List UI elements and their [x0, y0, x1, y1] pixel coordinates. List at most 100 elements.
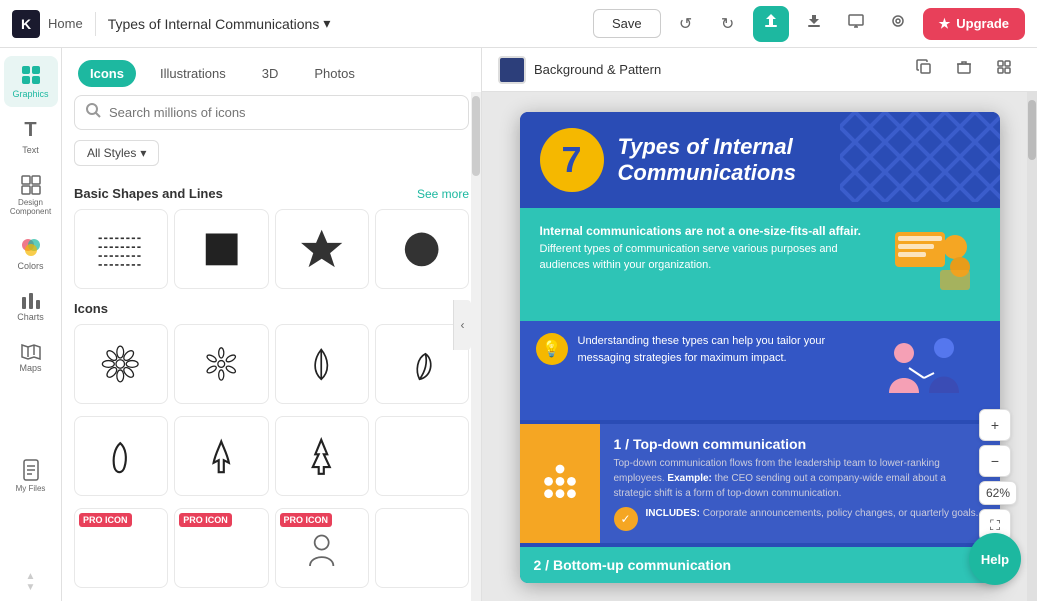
- canvas-scroll-area[interactable]: 7 Types of InternalCommunications: [482, 92, 1037, 601]
- sidebar-item-colors[interactable]: Colors: [4, 228, 58, 279]
- icon-pro-2[interactable]: PRO ICON: [174, 508, 268, 588]
- oval-icon: [93, 433, 148, 480]
- scroll-arrows: ▲▼: [26, 571, 36, 593]
- basic-shapes-grid: [74, 209, 469, 289]
- basic-shapes-header: Basic Shapes and Lines See more: [74, 186, 469, 201]
- save-button[interactable]: Save: [593, 9, 661, 38]
- sidebar-item-graphics[interactable]: Graphics: [4, 56, 58, 107]
- sidebar-item-label: Text: [22, 145, 39, 155]
- icon-pro-3[interactable]: PRO ICON: [275, 508, 369, 588]
- canvas-area: Background & Pattern: [482, 48, 1037, 601]
- bg-pattern-label: Background & Pattern: [534, 62, 661, 77]
- flower-2-icon: [194, 341, 249, 388]
- bg-pattern-button[interactable]: Background & Pattern: [498, 56, 661, 84]
- circle-icon: [394, 226, 449, 273]
- search-input[interactable]: [109, 105, 458, 120]
- document-title[interactable]: Types of Internal Communications ▾: [108, 15, 331, 32]
- includes-row: ✓ INCLUDES: Corporate announcements, pol…: [614, 507, 986, 531]
- download-button[interactable]: [797, 7, 831, 41]
- redo-icon: ↻: [721, 14, 734, 34]
- home-link[interactable]: Home: [48, 16, 83, 31]
- basic-shapes-title: Basic Shapes and Lines: [74, 186, 223, 201]
- top-down-title: 1 / Top-down communication: [614, 436, 986, 452]
- zoom-in-button[interactable]: +: [979, 409, 1011, 441]
- search-container: [62, 95, 481, 140]
- colors-icon: [20, 236, 42, 258]
- canvas-right-icons: [907, 53, 1021, 87]
- present-icon: [848, 13, 864, 34]
- canvas-scrollbar[interactable]: [1027, 92, 1037, 601]
- copy-icon: [916, 59, 932, 80]
- icon-placeholder-3[interactable]: [375, 508, 469, 588]
- sidebar-item-label: Colors: [17, 261, 43, 271]
- icon-oval[interactable]: [74, 416, 168, 496]
- basic-shape-circle[interactable]: [375, 209, 469, 289]
- icon-arrow-up[interactable]: [174, 416, 268, 496]
- icons-grid-row3: PRO ICON PRO ICON PRO ICON: [74, 508, 469, 588]
- top-down-body: Top-down communication flows from the le…: [614, 456, 986, 501]
- icon-pro-1[interactable]: PRO ICON: [74, 508, 168, 588]
- logo-icon: K: [12, 10, 40, 38]
- panel-scrollbar[interactable]: [471, 92, 481, 601]
- undo-button[interactable]: ↺: [669, 7, 703, 41]
- help-button[interactable]: Help: [969, 533, 1021, 585]
- canvas-more-button[interactable]: [987, 53, 1021, 87]
- canvas-delete-button[interactable]: [947, 53, 981, 87]
- tab-illustrations[interactable]: Illustrations: [148, 60, 238, 87]
- preview-button[interactable]: [881, 7, 915, 41]
- icon-leaf[interactable]: [275, 324, 369, 404]
- bg-color-swatch: [498, 56, 526, 84]
- tab-photos[interactable]: Photos: [302, 60, 366, 87]
- download-icon: [806, 13, 822, 34]
- infographic-header: 7 Types of InternalCommunications: [520, 112, 1000, 208]
- top-down-content: 1 / Top-down communication Top-down comm…: [600, 424, 1000, 543]
- see-more-basic[interactable]: See more: [417, 187, 469, 201]
- icons-grid-row1: [74, 324, 469, 404]
- panel-collapse-button[interactable]: ‹: [453, 300, 471, 350]
- sidebar-item-charts[interactable]: Charts: [4, 283, 58, 330]
- sidebar-item-maps[interactable]: Maps: [4, 334, 58, 381]
- icon-placeholder-2[interactable]: [375, 416, 469, 496]
- topbar: K Home Types of Internal Communications …: [0, 0, 1037, 48]
- tree-icon: [294, 433, 349, 480]
- canvas-scrollbar-thumb[interactable]: [1028, 100, 1036, 160]
- sidebar-item-label: Maps: [19, 363, 41, 373]
- infographic-tip: 💡 Understanding these types can help you…: [520, 321, 1000, 420]
- upgrade-star-icon: ★: [939, 16, 951, 32]
- basic-shape-lines[interactable]: [74, 209, 168, 289]
- sidebar-item-text[interactable]: T Text: [4, 111, 58, 163]
- number-badge: 7: [540, 128, 604, 192]
- zoom-level: 62%: [979, 481, 1017, 505]
- trash-icon: [956, 59, 972, 80]
- all-styles-filter[interactable]: All Styles ▾: [74, 140, 159, 166]
- basic-shape-square[interactable]: [174, 209, 268, 289]
- maps-icon: [21, 342, 41, 360]
- icon-flower-2[interactable]: [174, 324, 268, 404]
- chevron-down-icon: ▾: [140, 146, 146, 160]
- share-button[interactable]: [753, 6, 789, 42]
- icons-section-title: Icons: [74, 301, 108, 316]
- panel-scrollbar-thumb[interactable]: [472, 96, 480, 176]
- upgrade-button[interactable]: ★ Upgrade: [923, 8, 1025, 40]
- lines-icon: [93, 226, 148, 273]
- main-layout: Graphics T Text Design Component: [0, 48, 1037, 601]
- canvas-copy-button[interactable]: [907, 53, 941, 87]
- tab-icons[interactable]: Icons: [78, 60, 136, 87]
- left-nav: Graphics T Text Design Component: [0, 48, 62, 601]
- tab-3d[interactable]: 3D: [250, 60, 291, 87]
- present-button[interactable]: [839, 7, 873, 41]
- infographic: 7 Types of InternalCommunications: [520, 112, 1000, 583]
- design-icon: [21, 175, 41, 195]
- redo-button[interactable]: ↻: [711, 7, 745, 41]
- desc-text-area: Internal communications are not a one-si…: [540, 222, 880, 307]
- sidebar-item-design[interactable]: Design Component: [4, 167, 58, 224]
- sidebar-item-label: Design Component: [8, 198, 54, 216]
- icon-tree[interactable]: [275, 416, 369, 496]
- tip-text: Understanding these types can help you t…: [578, 333, 854, 366]
- zoom-out-button[interactable]: −: [979, 445, 1011, 477]
- basic-shape-star[interactable]: [275, 209, 369, 289]
- files-icon: [22, 459, 40, 481]
- people-group-icon: [538, 462, 582, 506]
- icon-flower-1[interactable]: [74, 324, 168, 404]
- sidebar-item-files[interactable]: My Files: [4, 451, 58, 501]
